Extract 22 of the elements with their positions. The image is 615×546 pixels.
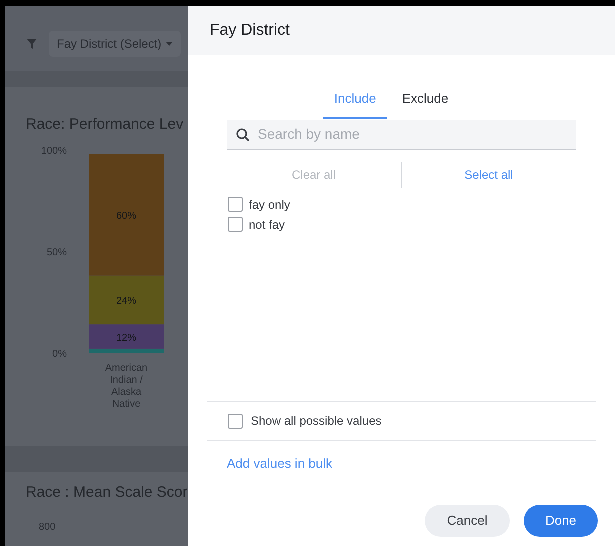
- filter-chip[interactable]: Fay District (Select): [49, 30, 181, 56]
- bulk-add-link[interactable]: Add values in bulk: [227, 454, 333, 474]
- search-field[interactable]: Search by name: [227, 120, 576, 150]
- value-label: not fay: [249, 216, 286, 234]
- chart-title: Race : Mean Scale Scor: [25, 483, 188, 503]
- select-action[interactable]: Select all: [402, 166, 576, 184]
- cancel-button[interactable]: Cancel: [425, 505, 510, 537]
- caret-icon: [166, 42, 173, 46]
- checkbox[interactable]: [228, 414, 243, 428]
- filter-icon[interactable]: [27, 38, 37, 48]
- search-icon: [236, 128, 250, 142]
- chart-title: Race: Performance Lev: [25, 115, 185, 135]
- checkbox-label: Show all possible values: [251, 413, 382, 430]
- done-button[interactable]: Done: [524, 505, 598, 537]
- bar-value-label: 24%: [116, 296, 136, 307]
- dialog-title: Fay District: [210, 20, 290, 40]
- value-label: fay only: [249, 196, 290, 214]
- checkbox[interactable]: [228, 197, 243, 212]
- checkbox[interactable]: [228, 217, 243, 232]
- filter-tab[interactable]: Exclude: [391, 89, 460, 118]
- bar-value-label: 60%: [116, 210, 136, 222]
- bar-value-label: 12%: [116, 332, 136, 344]
